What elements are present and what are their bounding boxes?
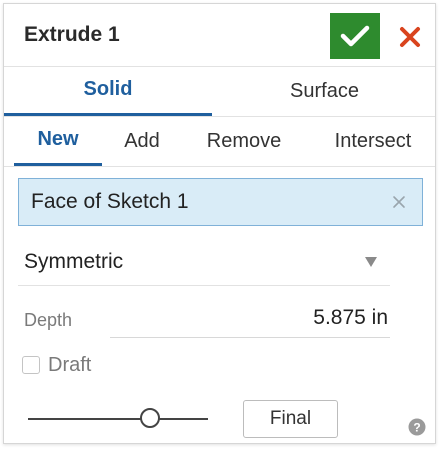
selection-value: Face of Sketch 1: [31, 190, 189, 213]
ok-button[interactable]: [330, 13, 380, 59]
final-button[interactable]: Final: [243, 400, 338, 438]
operation-tabs: New Add Remove Intersect: [4, 116, 435, 167]
end-type-dropdown[interactable]: Symmetric: [18, 238, 390, 286]
dropdown-arrow-icon: [360, 251, 382, 273]
tab-solid[interactable]: Solid: [4, 66, 212, 116]
draft-toggle[interactable]: Draft: [22, 350, 91, 380]
dialog-title: Extrude 1: [24, 23, 120, 46]
dialog-header: Extrude 1: [4, 4, 435, 67]
tab-add[interactable]: Add: [104, 116, 180, 166]
slider-track: [28, 418, 208, 420]
tab-intersect[interactable]: Intersect: [314, 116, 432, 166]
depth-input[interactable]: [110, 298, 390, 338]
checkmark-icon: [340, 25, 370, 47]
body-type-tabs: Solid Surface: [4, 66, 435, 117]
draft-checkbox[interactable]: [22, 356, 40, 374]
tab-new[interactable]: New: [14, 116, 102, 166]
rollback-slider[interactable]: [28, 404, 208, 434]
tab-remove[interactable]: Remove: [188, 116, 300, 166]
clear-icon[interactable]: [384, 187, 414, 217]
cancel-button[interactable]: [390, 17, 430, 57]
end-type-value: Symmetric: [24, 249, 124, 273]
svg-text:?: ?: [413, 421, 420, 435]
extrude-dialog: Extrude 1 Solid Surface New Add Remove I…: [3, 3, 436, 444]
draft-label: Draft: [48, 353, 92, 376]
depth-label: Depth: [24, 310, 73, 330]
slider-thumb[interactable]: [140, 408, 160, 428]
tab-surface[interactable]: Surface: [212, 66, 437, 116]
close-icon: [400, 27, 420, 47]
faces-selection-field[interactable]: Face of Sketch 1: [18, 178, 423, 226]
help-icon[interactable]: ?: [408, 418, 426, 436]
